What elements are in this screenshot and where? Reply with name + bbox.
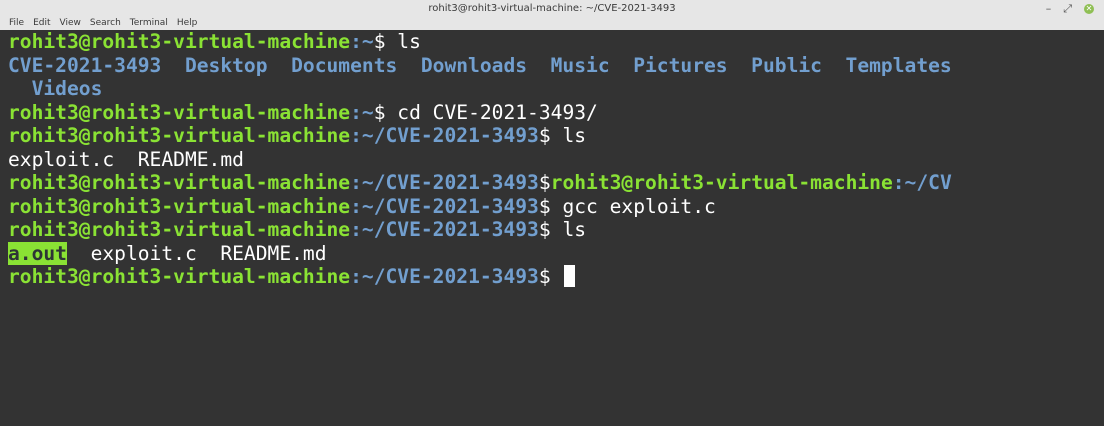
ls-output-row: Videos: [8, 77, 103, 100]
terminal-line: rohit3@rohit3-virtual-machine:~/CVE-2021…: [8, 218, 1104, 242]
menu-help[interactable]: Help: [177, 18, 198, 28]
ls-output-row: exploit.c README.md: [8, 147, 244, 171]
prompt-user-host: rohit3@rohit3-virtual-machine: [8, 194, 351, 218]
prompt-path: :~/CVE-2021-3493: [350, 124, 539, 147]
command-text: $: [538, 265, 563, 288]
ls-output-row: CVE-2021-3493 Desktop Documents Download…: [8, 53, 952, 77]
prompt-path: :~/CVE-2021-3493: [350, 218, 539, 241]
menu-edit[interactable]: Edit: [33, 18, 50, 28]
prompt-user-host: rohit3@rohit3-virtual-machine: [8, 100, 351, 124]
menu-terminal[interactable]: Terminal: [130, 18, 168, 28]
menu-file[interactable]: File: [9, 18, 24, 28]
terminal-output[interactable]: rohit3@rohit3-virtual-machine:~$ ls CVE-…: [0, 30, 1104, 426]
menu-bar: File Edit View Search Terminal Help: [9, 18, 197, 28]
terminal-window: rohit3@rohit3-virtual-machine: ~/CVE-202…: [0, 0, 1104, 426]
minimize-icon[interactable]: –: [1046, 3, 1052, 14]
window-controls: – ⤢ ✕: [1046, 3, 1094, 14]
prompt-separator: $: [538, 171, 551, 194]
command-text: $ ls: [373, 30, 421, 53]
text-cursor: [564, 265, 576, 287]
terminal-line: rohit3@rohit3-virtual-machine:~$ ls: [8, 30, 1104, 54]
terminal-line: rohit3@rohit3-virtual-machine:~/CVE-2021…: [8, 124, 1104, 148]
prompt-user-host: rohit3@rohit3-virtual-machine: [8, 265, 351, 288]
prompt-user-host-2: rohit3@rohit3-virtual-machine: [550, 171, 893, 194]
command-text: $ ls: [538, 218, 587, 241]
prompt-path: :~/CVE-2021-3493: [350, 265, 539, 288]
terminal-line: rohit3@rohit3-virtual-machine:~$ cd CVE-…: [8, 101, 1104, 125]
prompt-path: :~: [350, 100, 374, 124]
executable-file: a.out: [8, 241, 67, 265]
title-bar[interactable]: rohit3@rohit3-virtual-machine: ~/CVE-202…: [0, 0, 1104, 30]
command-text: $ cd CVE-2021-3493/: [373, 100, 598, 124]
prompt-user-host: rohit3@rohit3-virtual-machine: [8, 124, 351, 147]
terminal-line: rohit3@rohit3-virtual-machine:~/CVE-2021…: [8, 171, 1104, 195]
window-title: rohit3@rohit3-virtual-machine: ~/CVE-202…: [428, 3, 676, 14]
menu-view[interactable]: View: [60, 18, 81, 28]
ls-output-row: a.out exploit.c README.md: [8, 241, 1104, 266]
maximize-icon[interactable]: ⤢: [1063, 3, 1072, 14]
command-text: $ ls: [538, 124, 587, 147]
close-icon[interactable]: ✕: [1084, 4, 1094, 14]
prompt-path: :~/CVE-2021-3493: [350, 171, 539, 194]
prompt-path-2: :~/CV: [892, 171, 952, 194]
menu-search[interactable]: Search: [90, 18, 121, 28]
ls-output-files: exploit.c README.md: [66, 241, 327, 265]
prompt-user-host: rohit3@rohit3-virtual-machine: [8, 171, 351, 194]
prompt-path: :~: [350, 30, 374, 53]
command-text: $ gcc exploit.c: [538, 194, 716, 218]
prompt-user-host: rohit3@rohit3-virtual-machine: [8, 30, 351, 53]
terminal-line: rohit3@rohit3-virtual-machine:~/CVE-2021…: [8, 195, 1104, 219]
prompt-user-host: rohit3@rohit3-virtual-machine: [8, 218, 351, 241]
prompt-path: :~/CVE-2021-3493: [350, 194, 539, 218]
terminal-line: rohit3@rohit3-virtual-machine:~/CVE-2021…: [8, 265, 1104, 289]
